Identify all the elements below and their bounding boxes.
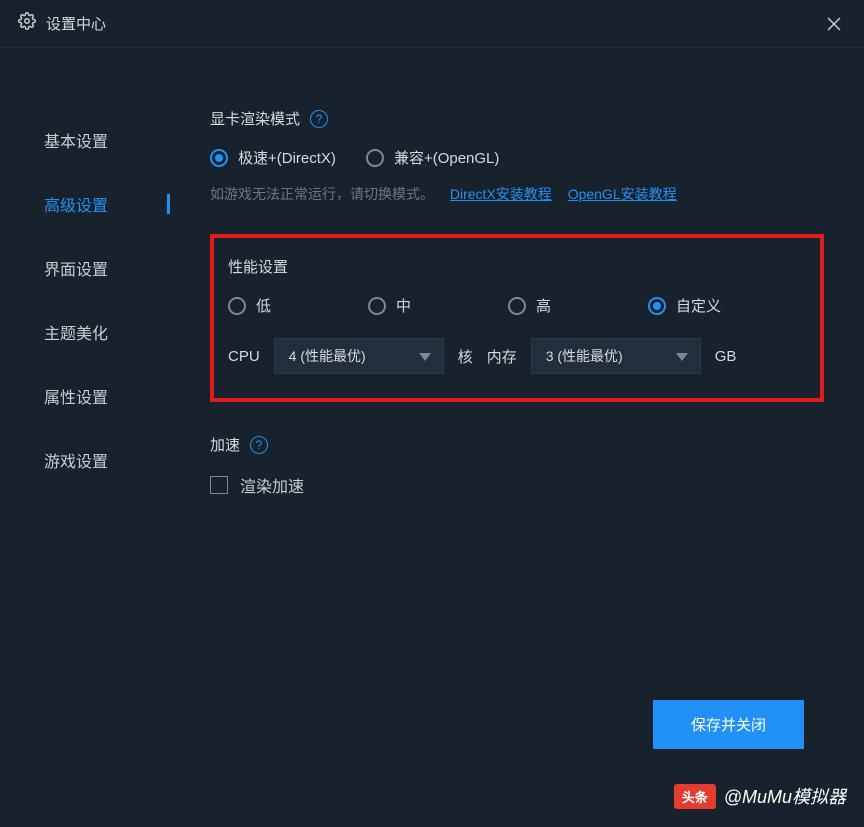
radio-circle-icon	[366, 149, 384, 167]
sidebar-item-theme[interactable]: 主题美化	[0, 300, 170, 364]
render-hint: 如游戏无法正常运行，请切换模式。 DirectX安装教程 OpenGL安装教程	[210, 184, 824, 204]
cpu-label: CPU	[228, 348, 260, 365]
radio-directx-label: 极速+(DirectX)	[238, 147, 336, 168]
close-icon[interactable]	[822, 12, 846, 36]
render-hint-text: 如游戏无法正常运行，请切换模式。	[210, 186, 434, 202]
chevron-down-icon	[419, 348, 431, 364]
radio-medium-label: 中	[396, 295, 411, 316]
performance-title: 性能设置	[228, 256, 806, 277]
sidebar: 基本设置 高级设置 界面设置 主题美化 属性设置 游戏设置	[0, 48, 170, 827]
mem-label: 内存	[487, 346, 517, 367]
radio-directx[interactable]: 极速+(DirectX)	[210, 147, 336, 168]
radio-circle-icon	[508, 297, 526, 315]
radio-circle-icon	[210, 149, 228, 167]
accel-checkbox-row: 渲染加速	[210, 473, 824, 497]
link-opengl-tutorial[interactable]: OpenGL安装教程	[568, 186, 677, 202]
render-mode-options: 极速+(DirectX) 兼容+(OpenGL)	[210, 147, 824, 168]
window-title: 设置中心	[46, 13, 822, 34]
radio-circle-icon	[228, 297, 246, 315]
radio-circle-icon	[648, 297, 666, 315]
sidebar-item-advanced[interactable]: 高级设置	[0, 172, 170, 236]
render-mode-label: 显卡渲染模式	[210, 108, 300, 129]
performance-options: 低 中 高 自定义	[228, 295, 806, 316]
accel-label: 加速	[210, 434, 240, 455]
radio-low-label: 低	[256, 295, 271, 316]
render-accel-checkbox[interactable]	[210, 476, 228, 494]
sidebar-item-basic[interactable]: 基本设置	[0, 108, 170, 172]
radio-custom-label: 自定义	[676, 295, 721, 316]
accel-title: 加速 ?	[210, 434, 824, 455]
radio-medium[interactable]: 中	[368, 295, 508, 316]
link-directx-tutorial[interactable]: DirectX安装教程	[450, 186, 552, 202]
mem-select-value: 3 (性能最优)	[546, 346, 623, 366]
gear-icon	[18, 12, 36, 35]
radio-high-label: 高	[536, 295, 551, 316]
radio-opengl-label: 兼容+(OpenGL)	[394, 147, 499, 168]
radio-custom[interactable]: 自定义	[648, 295, 788, 316]
sidebar-item-game[interactable]: 游戏设置	[0, 428, 170, 492]
chevron-down-icon	[676, 348, 688, 364]
mem-select[interactable]: 3 (性能最优)	[531, 338, 701, 374]
performance-section: 性能设置 低 中 高 自定义	[210, 234, 824, 402]
sidebar-item-property[interactable]: 属性设置	[0, 364, 170, 428]
main-panel: 显卡渲染模式 ? 极速+(DirectX) 兼容+(OpenGL) 如游戏无法正…	[170, 48, 864, 827]
help-icon[interactable]: ?	[310, 110, 328, 128]
radio-circle-icon	[368, 297, 386, 315]
save-close-button[interactable]: 保存并关闭	[653, 700, 804, 749]
watermark: 头条 @MuMu模拟器	[674, 783, 846, 809]
radio-opengl[interactable]: 兼容+(OpenGL)	[366, 147, 499, 168]
mem-unit: GB	[715, 348, 737, 365]
cpu-unit: 核	[458, 346, 473, 367]
watermark-text: @MuMu模拟器	[724, 783, 846, 809]
titlebar: 设置中心	[0, 0, 864, 48]
cpu-select-value: 4 (性能最优)	[289, 346, 366, 366]
spec-row: CPU 4 (性能最优) 核 内存 3 (性能最优) GB	[228, 338, 806, 374]
watermark-badge: 头条	[674, 784, 716, 809]
sidebar-item-interface[interactable]: 界面设置	[0, 236, 170, 300]
help-icon[interactable]: ?	[250, 436, 268, 454]
radio-high[interactable]: 高	[508, 295, 648, 316]
render-accel-label: 渲染加速	[240, 473, 304, 497]
radio-low[interactable]: 低	[228, 295, 368, 316]
cpu-select[interactable]: 4 (性能最优)	[274, 338, 444, 374]
render-mode-title: 显卡渲染模式 ?	[210, 108, 824, 129]
